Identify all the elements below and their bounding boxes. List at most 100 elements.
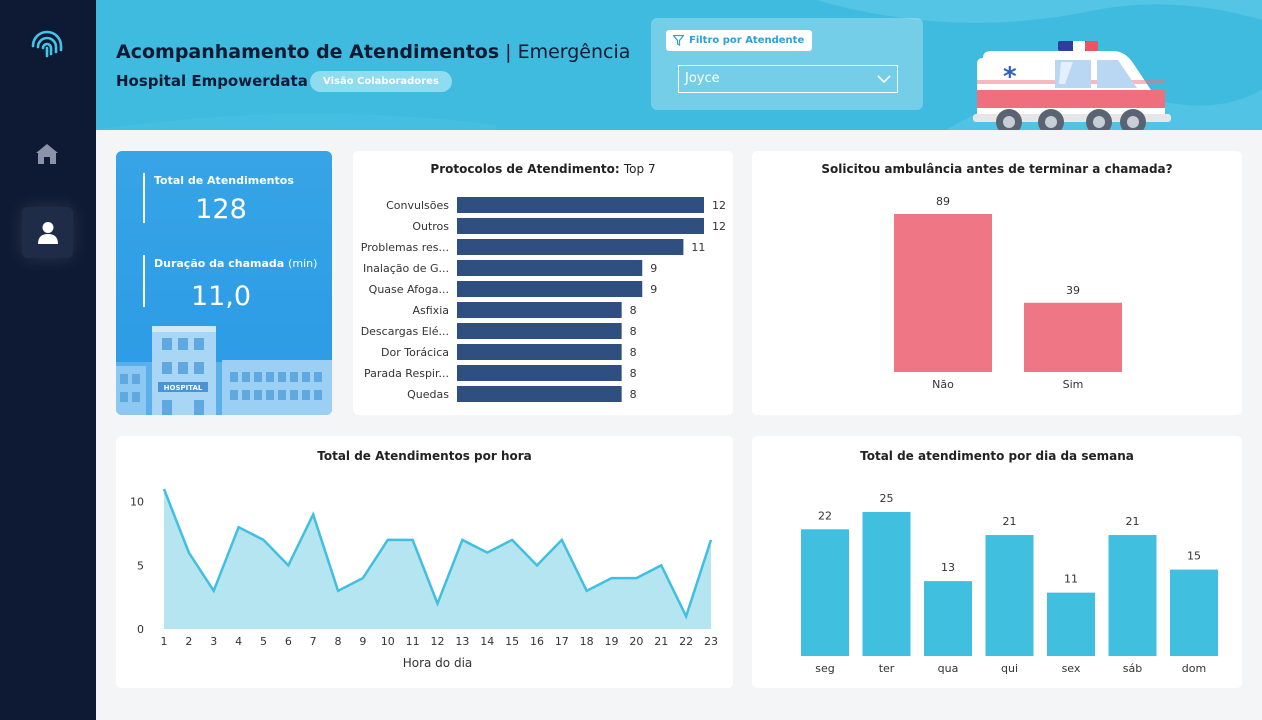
protocol-bar	[457, 302, 622, 318]
ambulance-request-category-label: Não	[932, 378, 954, 391]
protocol-bar	[457, 344, 622, 360]
hourly-xtick-label: 3	[210, 635, 217, 648]
protocol-category-label: Dor Torácica	[381, 346, 449, 359]
protocol-category-label: Asfixia	[413, 304, 450, 317]
hourly-xtick-label: 5	[260, 635, 267, 648]
view-badge[interactable]: Visão Colaboradores	[310, 71, 452, 92]
ambulance-request-category-label: Sim	[1063, 378, 1084, 391]
call-duration-unit: (min)	[288, 257, 318, 270]
weekday-bar	[862, 512, 911, 656]
hospital-name: Hospital Empowerdata	[116, 72, 308, 90]
home-icon	[36, 144, 58, 164]
filter-label: Filtro por Atendente	[666, 30, 813, 51]
hourly-xtick-label: 8	[335, 635, 342, 648]
protocol-bar	[457, 323, 622, 339]
ambulance-illustration: *	[973, 41, 1171, 130]
hourly-xtick-label: 2	[185, 635, 192, 648]
protocol-value-label: 8	[630, 304, 637, 317]
call-duration-label: Duração da chamada (min)	[154, 257, 317, 270]
hourly-xtick-label: 22	[679, 635, 693, 648]
weekday-category-label: qua	[938, 662, 959, 675]
weekday-value-label: 13	[941, 561, 955, 574]
hourly-xaxis-title: Hora do dia	[403, 656, 473, 670]
weekday-value-label: 22	[818, 509, 832, 522]
user-icon	[37, 221, 58, 244]
hourly-xtick-label: 21	[654, 635, 668, 648]
protocol-value-label: 12	[712, 220, 726, 233]
weekday-value-label: 21	[1003, 515, 1017, 528]
title-subtitle: Emergência	[517, 41, 631, 63]
protocol-bar	[457, 197, 704, 213]
filter-label-text: Filtro por Atendente	[689, 35, 805, 46]
hourly-xtick-label: 20	[629, 635, 643, 648]
call-duration-value: 11,0	[190, 281, 252, 312]
protocol-category-label: Outros	[412, 220, 449, 233]
hourly-area-chart: 05101 2 3 4 5 6 7 8 9 10 11 12 13 14 15 16 17 18 19 20 21 22 2…	[130, 488, 718, 670]
weekday-bar-chart: 22 seg 25 ter 13 qua 21 qui 11 sex 21 sáb 15 dom	[801, 492, 1218, 675]
protocol-bar	[457, 365, 622, 381]
protocol-category-label: Problemas res...	[361, 241, 449, 254]
ambulance-request-bar-chart: 89 Não 39 Sim	[894, 195, 1122, 391]
attendant-select-value: Joyce	[685, 71, 720, 86]
protocol-value-label: 11	[691, 241, 705, 254]
header-banner: Acompanhamento de Atendimentos | Emergênci…	[96, 0, 1262, 130]
protocol-value-label: 8	[630, 325, 637, 338]
hospital-sign-text: HOSPITAL	[164, 384, 203, 392]
weekday-bar	[1047, 592, 1095, 656]
weekday-bar	[985, 535, 1034, 656]
weekday-category-label: sex	[1062, 662, 1081, 675]
kpi-accent-bar	[143, 173, 145, 223]
weekday-category-label: seg	[815, 662, 834, 675]
protocol-value-label: 12	[712, 199, 726, 212]
weekday-category-label: sáb	[1123, 662, 1142, 675]
protocol-category-label: Inalação de G...	[363, 262, 449, 275]
hourly-xtick-label: 10	[381, 635, 395, 648]
chevron-down-icon	[877, 75, 891, 84]
filter-icon	[673, 35, 684, 46]
protocol-bar	[457, 386, 622, 402]
hourly-xtick-label: 7	[310, 635, 317, 648]
nav-user-button[interactable]	[22, 207, 73, 258]
hourly-xtick-label: 6	[285, 635, 292, 648]
title-main: Acompanhamento de Atendimentos	[116, 41, 500, 63]
weekday-value-label: 11	[1064, 573, 1078, 586]
kpi-card: Total de Atendimentos 128 Duração da cha…	[116, 151, 332, 415]
hourly-xtick-label: 23	[704, 635, 718, 648]
hourly-xtick-label: 4	[235, 635, 242, 648]
hourly-xtick-label: 9	[359, 635, 366, 648]
protocol-category-label: Quedas	[407, 388, 449, 401]
weekday-bar	[1170, 569, 1218, 656]
attendant-select[interactable]: Joyce	[678, 65, 898, 93]
hourly-ytick-label: 5	[137, 559, 144, 572]
weekday-bar	[1108, 535, 1157, 656]
protocol-bar	[457, 239, 684, 255]
protocol-value-label: 8	[630, 346, 637, 359]
weekday-value-label: 15	[1187, 550, 1201, 563]
call-duration-label-text: Duração da chamada	[154, 257, 285, 270]
nav-home-button[interactable]	[26, 135, 68, 173]
weekday-category-label: qui	[1001, 662, 1018, 675]
hourly-ytick-label: 0	[137, 623, 144, 636]
protocol-category-label: Convulsões	[386, 199, 449, 212]
protocol-value-label: 8	[630, 388, 637, 401]
hospital-building-illustration: HOSPITAL	[116, 326, 332, 415]
protocols-bar-chart: Convulsões 12 Outros 12 Problemas res... 11 In…	[361, 197, 726, 402]
protocol-bar	[457, 218, 704, 234]
hourly-xtick-label: 18	[580, 635, 594, 648]
total-attendances-label: Total de Atendimentos	[154, 174, 294, 187]
hourly-xtick-label: 1	[161, 635, 168, 648]
weekday-category-label: dom	[1182, 662, 1206, 675]
weekday-value-label: 25	[880, 492, 894, 505]
weekday-bar	[801, 529, 849, 656]
protocol-category-label: Descargas Elé...	[361, 325, 449, 338]
hourly-xtick-label: 17	[555, 635, 569, 648]
protocol-value-label: 9	[650, 262, 657, 275]
hourly-card: Total de Atendimentos por hora 0 5 10 1 2 3 4 5…	[116, 436, 733, 688]
protocol-bar	[457, 260, 643, 276]
ambulance-request-bar	[894, 214, 992, 372]
protocols-card: Protocolos de Atendimento: Top 7 Convuls…	[353, 151, 733, 415]
hourly-xtick-label: 16	[530, 635, 544, 648]
hourly-ytick-label: 10	[130, 496, 144, 509]
protocol-bar	[457, 281, 643, 297]
title-separator: |	[505, 41, 512, 63]
